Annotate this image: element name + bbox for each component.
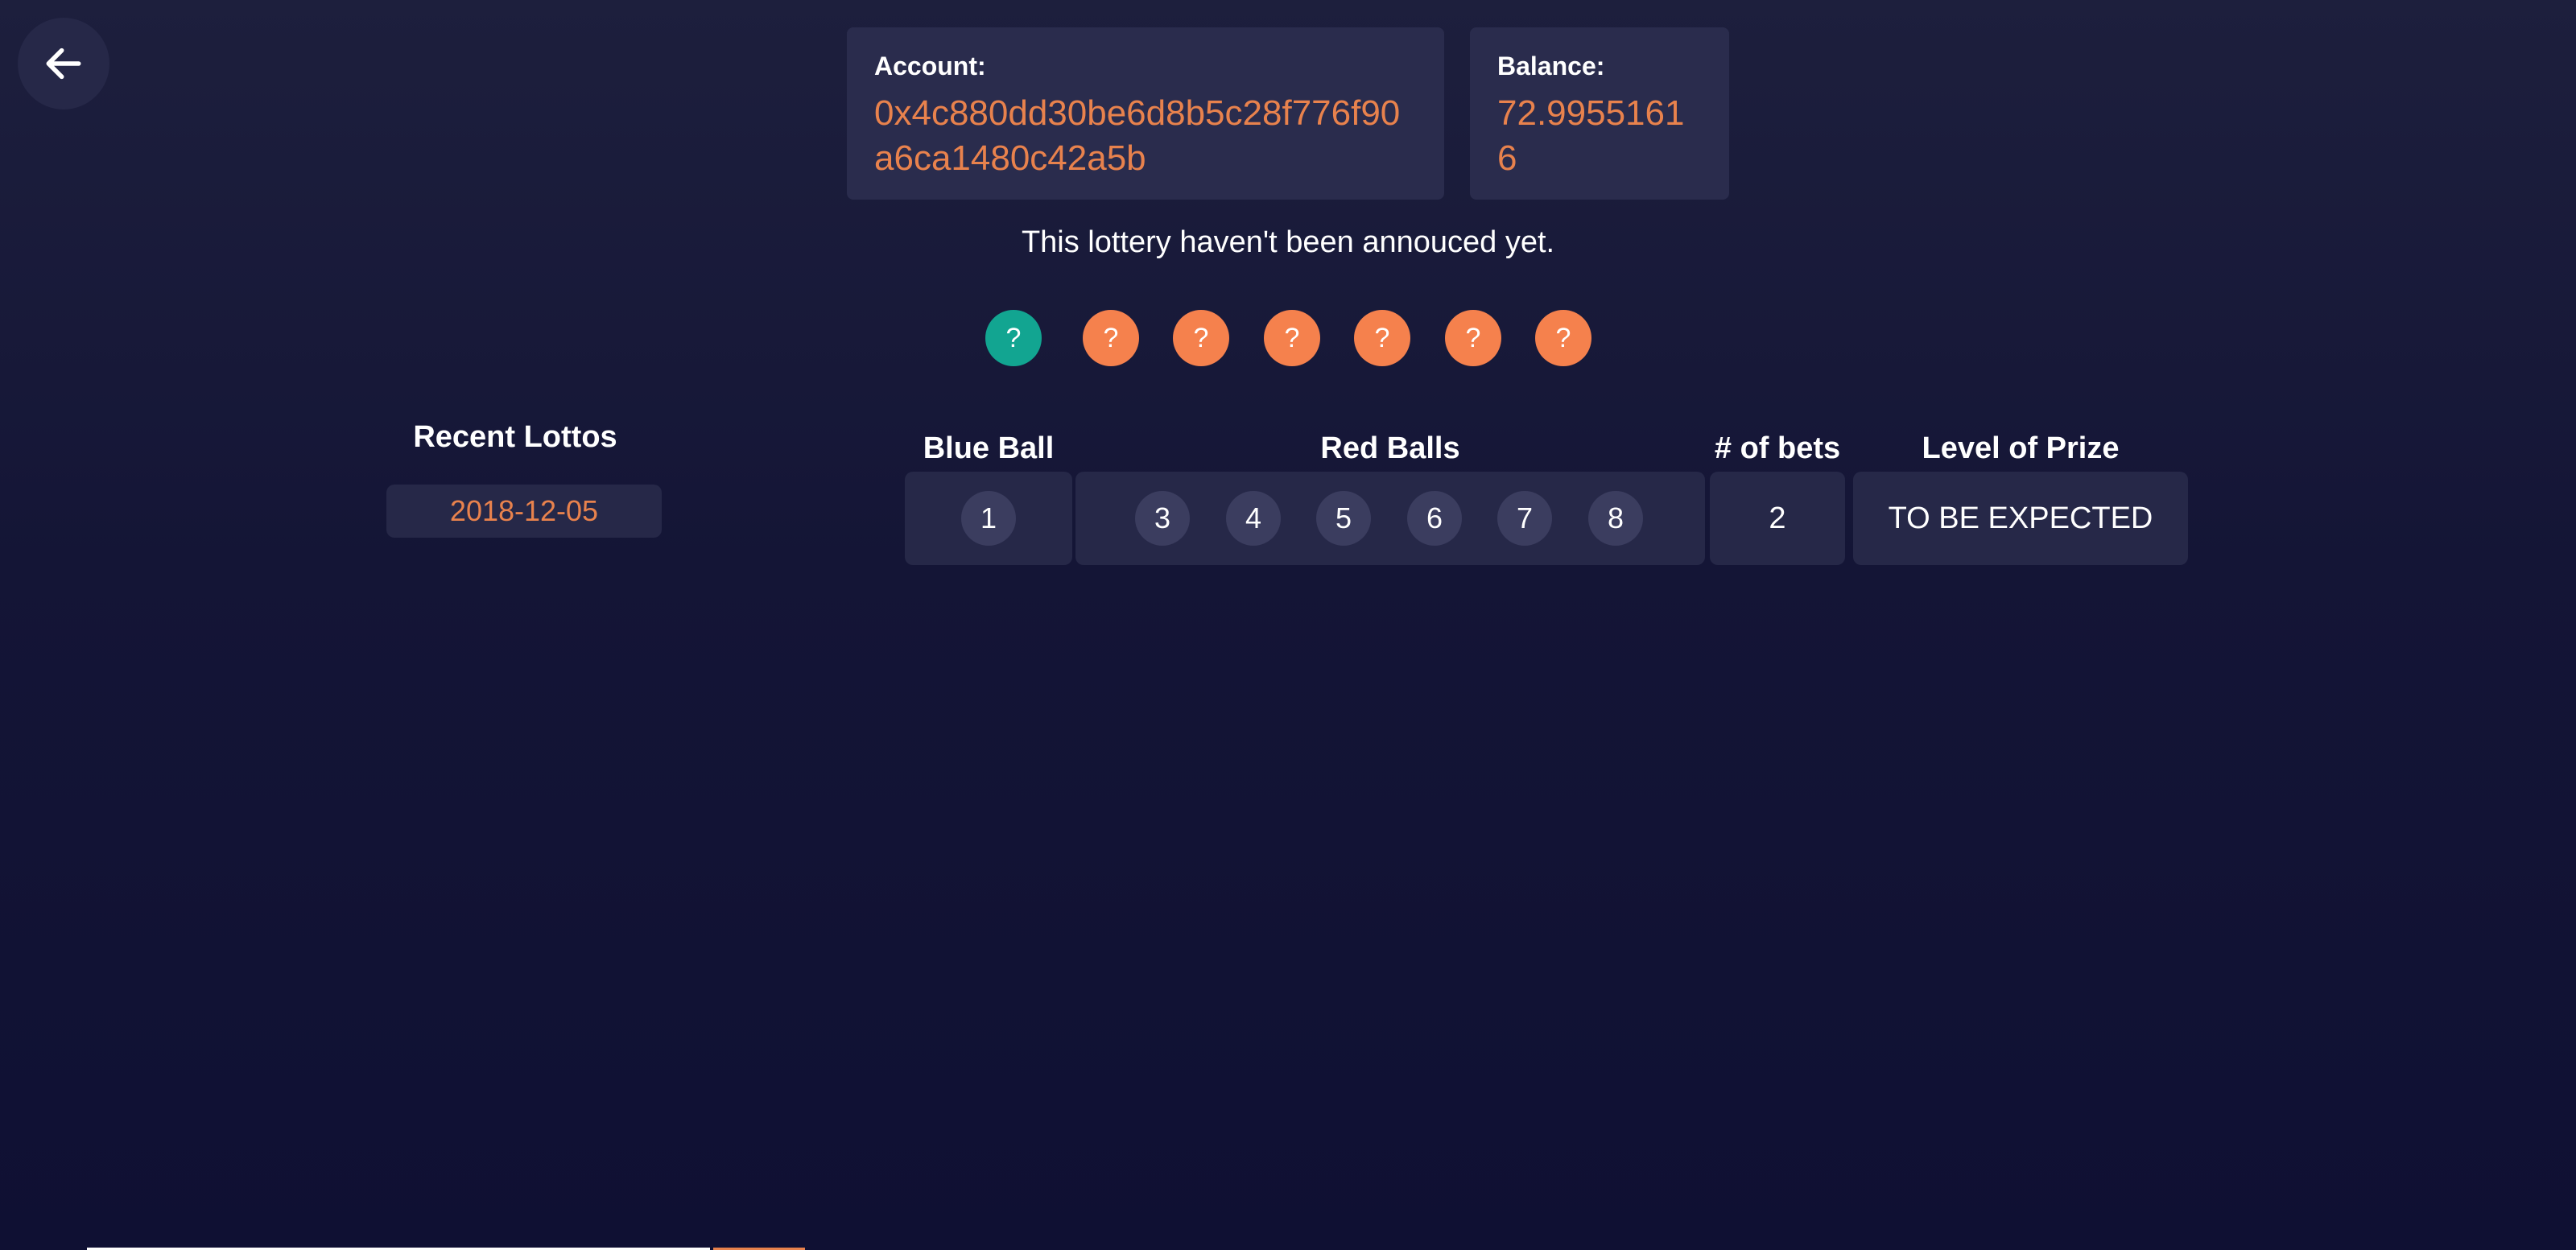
recent-lotto-date[interactable]: 2018-12-05 [386, 485, 662, 538]
red-ball-number: 3 [1135, 491, 1190, 546]
draw-red-ball: ? [1445, 310, 1501, 366]
balance-card: Balance: 72.99551616 [1470, 27, 1729, 200]
header-blue-ball: Blue Ball [923, 431, 1055, 465]
balance-label: Balance: [1497, 52, 1605, 80]
table-row-prize-cell: TO BE EXPECTED [1853, 472, 2188, 565]
back-button[interactable] [18, 18, 109, 109]
account-address: 0x4c880dd30be6d8b5c28f776f90a6ca1480c42a… [874, 93, 1401, 178]
red-ball-number: 4 [1226, 491, 1281, 546]
account-card: Account: 0x4c880dd30be6d8b5c28f776f90a6c… [847, 27, 1444, 200]
header-red-balls: Red Balls [1320, 431, 1460, 465]
recent-lottos-title: Recent Lottos [413, 420, 617, 454]
draw-red-ball: ? [1264, 310, 1320, 366]
draw-red-ball: ? [1173, 310, 1229, 366]
draw-red-ball: ? [1354, 310, 1410, 366]
draw-blue-ball: ? [985, 310, 1042, 366]
header-num-bets: # of bets [1714, 431, 1841, 465]
balance-value: 72.99551616 [1497, 93, 1685, 178]
header-level-of-prize: Level of Prize [1922, 431, 2120, 465]
arrow-left-icon [46, 47, 81, 80]
red-ball-number: 5 [1316, 491, 1371, 546]
prize-level-value: TO BE EXPECTED [1888, 501, 2153, 535]
draw-red-ball: ? [1083, 310, 1139, 366]
draw-red-ball: ? [1535, 310, 1591, 366]
table-row-blue-cell: 1 [905, 472, 1072, 565]
table-row-bets-cell: 2 [1710, 472, 1845, 565]
red-ball-number: 8 [1588, 491, 1643, 546]
num-bets-value: 2 [1769, 501, 1786, 535]
lottery-status-text: This lottery haven't been annouced yet. [1021, 225, 1555, 259]
blue-ball-number: 1 [961, 491, 1016, 546]
account-label: Account: [874, 52, 986, 80]
red-ball-number: 6 [1407, 491, 1462, 546]
red-ball-number: 7 [1497, 491, 1552, 546]
